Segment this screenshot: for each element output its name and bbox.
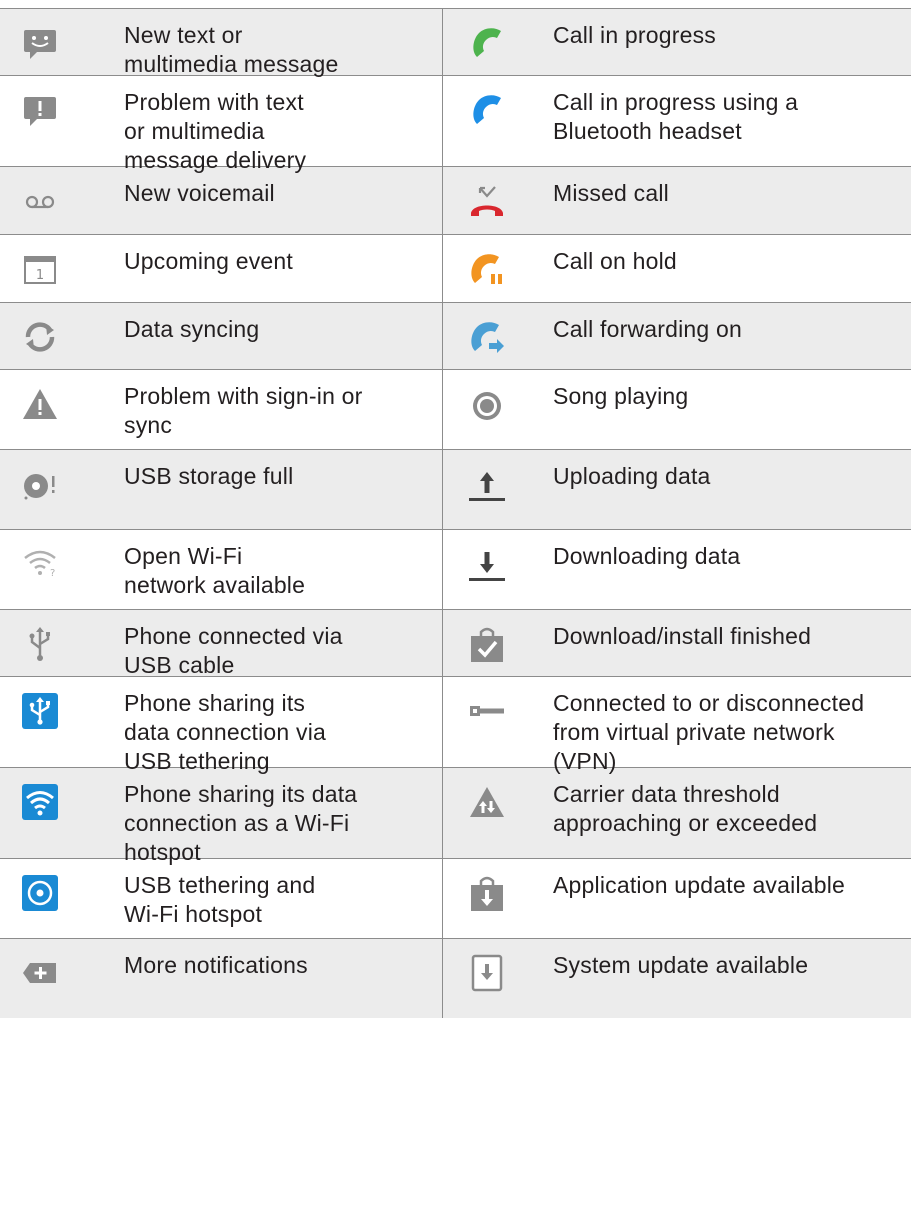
notification-cell: Application update available [443, 859, 911, 938]
message-alert-icon [20, 90, 60, 130]
call-green-icon [467, 23, 507, 63]
svg-text:?: ? [50, 568, 55, 579]
calendar-icon: 1 [20, 249, 60, 289]
notification-description: USB tethering and Wi-Fi hotspot [124, 872, 316, 927]
notification-cell: USB storage full [0, 450, 443, 529]
notification-cell: System update available [443, 939, 911, 1018]
notification-cell: ? Open Wi-Fi network available [0, 530, 443, 609]
table-row: ? Open Wi-Fi network available Downloading… [0, 529, 911, 609]
upload-icon [467, 464, 507, 504]
table-row: 1 Upcoming event Call on hold [0, 234, 911, 302]
notification-description: Open Wi-Fi network available [124, 543, 306, 598]
notification-description: Downloading data [553, 543, 741, 569]
notification-cell: Call in progress using a Bluetooth heads… [443, 76, 911, 166]
notification-description: Connected to or disconnected from virtua… [553, 690, 865, 774]
notification-description: Call on hold [553, 248, 677, 274]
notification-description: Application update available [553, 872, 846, 898]
table-row: USB tethering and Wi-Fi hotspot Applicati… [0, 858, 911, 938]
table-row: New text or multimedia message Call in pr… [0, 8, 911, 77]
notification-description: System update available [553, 952, 809, 978]
call-bluetooth-icon [467, 90, 507, 130]
notification-description: Problem with text or multimedia message … [124, 89, 307, 173]
table-row: USB storage full Uploading data [0, 449, 911, 529]
notification-description: Data syncing [124, 316, 260, 342]
notification-cell: New text or multimedia message [0, 9, 443, 77]
tether-hotspot-icon [20, 873, 60, 913]
usb-storage-full-icon [20, 464, 60, 504]
notification-cell: 1 Upcoming event [0, 235, 443, 302]
notification-description: Download/install finished [553, 623, 812, 649]
notification-description: New text or multimedia message [124, 22, 339, 77]
notification-cell: Call in progress [443, 9, 911, 75]
notification-description: Call forwarding on [553, 316, 742, 342]
notification-cell: Missed call [443, 167, 911, 234]
notification-cell: Carrier data threshold approaching or ex… [443, 768, 911, 858]
missed-call-icon [467, 181, 507, 221]
notification-icon-table: New text or multimedia message Call in pr… [0, 8, 911, 1018]
notification-cell: Call forwarding on [443, 303, 911, 369]
notification-cell: Problem with text or multimedia message … [0, 76, 443, 173]
download-icon [467, 544, 507, 584]
notification-description: Song playing [553, 383, 689, 409]
song-playing-icon [467, 384, 507, 424]
message-icon [20, 23, 60, 63]
notification-description: Phone sharing its data connection via US… [124, 690, 326, 774]
download-finished-icon [467, 624, 507, 664]
data-threshold-icon [467, 782, 507, 822]
notification-description: Phone sharing its data connection as a W… [124, 781, 358, 865]
notification-description: Call in progress using a Bluetooth heads… [553, 89, 799, 144]
more-notifications-icon [20, 953, 60, 993]
notification-description: Missed call [553, 180, 669, 206]
notification-cell: Phone connected via USB cable [0, 610, 443, 678]
notification-cell: Data syncing [0, 303, 443, 369]
notification-cell: Downloading data [443, 530, 911, 609]
notification-cell: USB tethering and Wi-Fi hotspot [0, 859, 443, 938]
table-row: More notifications System update availabl… [0, 938, 911, 1018]
notification-cell: Uploading data [443, 450, 911, 529]
notification-description: Phone connected via USB cable [124, 623, 343, 678]
wifi-open-icon: ? [20, 544, 60, 584]
usb-icon [20, 624, 60, 664]
notification-cell: Download/install finished [443, 610, 911, 676]
table-row: Problem with sign-in or sync Song playing [0, 369, 911, 449]
table-row: Data syncing Call forwarding on [0, 302, 911, 369]
vpn-key-icon [467, 691, 507, 731]
notification-description: Call in progress [553, 22, 716, 48]
notification-description: Uploading data [553, 463, 711, 489]
notification-description: Upcoming event [124, 248, 293, 274]
notification-description: More notifications [124, 952, 308, 978]
warning-icon [20, 384, 60, 424]
notification-cell: Phone sharing its data connection as a W… [0, 768, 443, 865]
notification-description: USB storage full [124, 463, 294, 489]
table-row: New voicemail Missed call [0, 166, 911, 234]
sync-icon [20, 317, 60, 357]
system-update-icon [467, 953, 507, 993]
notification-cell: Connected to or disconnected from virtua… [443, 677, 911, 774]
notification-description: Carrier data threshold approaching or ex… [553, 781, 818, 836]
notification-description: New voicemail [124, 180, 275, 206]
notification-description: Problem with sign-in or sync [124, 383, 363, 438]
usb-tether-icon [20, 691, 60, 731]
call-forward-icon [467, 317, 507, 357]
call-hold-icon [467, 249, 507, 289]
app-update-icon [467, 873, 507, 913]
wifi-hotspot-icon [20, 782, 60, 822]
notification-cell: Phone sharing its data connection via US… [0, 677, 443, 774]
notification-cell: More notifications [0, 939, 443, 1018]
notification-cell: Song playing [443, 370, 911, 449]
notification-cell: New voicemail [0, 167, 443, 234]
table-row: Problem with text or multimedia message … [0, 75, 911, 173]
voicemail-icon [20, 181, 60, 221]
svg-text:1: 1 [36, 268, 44, 283]
notification-cell: Problem with sign-in or sync [0, 370, 443, 449]
table-row: Phone connected via USB cable Download/in… [0, 609, 911, 678]
table-row: Phone sharing its data connection as a W… [0, 767, 911, 865]
table-row: Phone sharing its data connection via US… [0, 676, 911, 774]
notification-cell: Call on hold [443, 235, 911, 302]
